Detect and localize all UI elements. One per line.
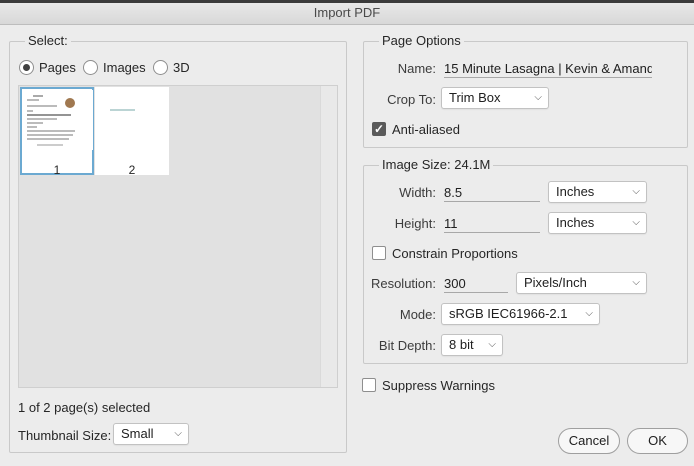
radio-3d-label[interactable]: 3D bbox=[173, 60, 190, 75]
page-thumbnail-2[interactable]: 2 bbox=[95, 87, 169, 177]
suppress-warnings-label[interactable]: Suppress Warnings bbox=[382, 378, 495, 393]
selection-status: 1 of 2 page(s) selected bbox=[18, 400, 151, 415]
page-preview-image bbox=[110, 109, 135, 111]
window-title: Import PDF bbox=[0, 3, 694, 25]
width-unit-value: Inches bbox=[556, 184, 595, 199]
radio-images[interactable] bbox=[83, 60, 98, 75]
thumbnail-size-value: Small bbox=[121, 426, 154, 441]
radio-3d[interactable] bbox=[153, 60, 168, 75]
mode-select[interactable]: sRGB IEC61966-2.1 ⌵ bbox=[441, 303, 600, 325]
name-field[interactable]: 15 Minute Lasagna | Kevin & Amanda bbox=[444, 61, 652, 78]
chevron-down-icon: ⌵ bbox=[632, 186, 640, 197]
radio-pages-label[interactable]: Pages bbox=[39, 60, 76, 75]
chevron-down-icon: ⌵ bbox=[585, 308, 593, 319]
chevron-down-icon: ⌵ bbox=[488, 339, 496, 350]
anti-aliased-checkbox[interactable] bbox=[372, 121, 386, 137]
resolution-unit-value: Pixels/Inch bbox=[524, 275, 587, 290]
resolution-label: Resolution: bbox=[370, 276, 436, 291]
chevron-down-icon: ⌵ bbox=[632, 217, 640, 228]
chevron-down-icon: ⌵ bbox=[632, 277, 640, 288]
page-number-1: 1 bbox=[53, 163, 61, 177]
thumbnail-size-select[interactable]: Small ⌵ bbox=[113, 423, 189, 445]
height-field[interactable]: 11 bbox=[444, 216, 540, 233]
anti-aliased-label[interactable]: Anti-aliased bbox=[392, 122, 460, 137]
width-label: Width: bbox=[399, 185, 436, 200]
constrain-proportions-checkbox[interactable] bbox=[372, 246, 386, 260]
suppress-warnings-checkbox[interactable] bbox=[362, 378, 376, 392]
width-unit-select[interactable]: Inches ⌵ bbox=[548, 181, 647, 203]
crop-to-select[interactable]: Trim Box ⌵ bbox=[441, 87, 549, 109]
thumbnail-scrollbar[interactable] bbox=[320, 86, 337, 387]
mode-label: Mode: bbox=[399, 307, 436, 322]
name-label: Name: bbox=[397, 61, 436, 76]
constrain-proportions-label[interactable]: Constrain Proportions bbox=[392, 246, 518, 261]
resolution-unit-select[interactable]: Pixels/Inch ⌵ bbox=[516, 272, 647, 294]
width-field[interactable]: 8.5 bbox=[444, 185, 540, 202]
image-size-label: Image Size: 24.1M bbox=[379, 158, 494, 172]
page-options-label: Page Options bbox=[379, 34, 464, 48]
radio-pages[interactable] bbox=[19, 60, 34, 75]
page-thumbnail-1[interactable]: 1 bbox=[20, 87, 94, 177]
resolution-field[interactable]: 300 bbox=[444, 276, 508, 293]
bit-depth-value: 8 bit bbox=[449, 337, 474, 352]
bit-depth-label: Bit Depth: bbox=[378, 338, 436, 353]
mode-value: sRGB IEC61966-2.1 bbox=[449, 306, 568, 321]
height-unit-value: Inches bbox=[556, 215, 595, 230]
page-number-2: 2 bbox=[128, 163, 136, 177]
bit-depth-select[interactable]: 8 bit ⌵ bbox=[441, 334, 503, 356]
chevron-down-icon: ⌵ bbox=[534, 92, 542, 103]
crop-to-label: Crop To: bbox=[387, 92, 436, 107]
cancel-button[interactable]: Cancel bbox=[558, 428, 620, 454]
crop-to-value: Trim Box bbox=[449, 90, 501, 105]
thumbnail-size-label: Thumbnail Size: bbox=[18, 428, 112, 443]
select-group-label: Select: bbox=[25, 34, 71, 48]
height-label: Height: bbox=[394, 216, 436, 231]
ok-button[interactable]: OK bbox=[627, 428, 688, 454]
page-preview-image bbox=[23, 90, 93, 150]
chevron-down-icon: ⌵ bbox=[174, 428, 182, 439]
radio-images-label[interactable]: Images bbox=[103, 60, 146, 75]
height-unit-select[interactable]: Inches ⌵ bbox=[548, 212, 647, 234]
